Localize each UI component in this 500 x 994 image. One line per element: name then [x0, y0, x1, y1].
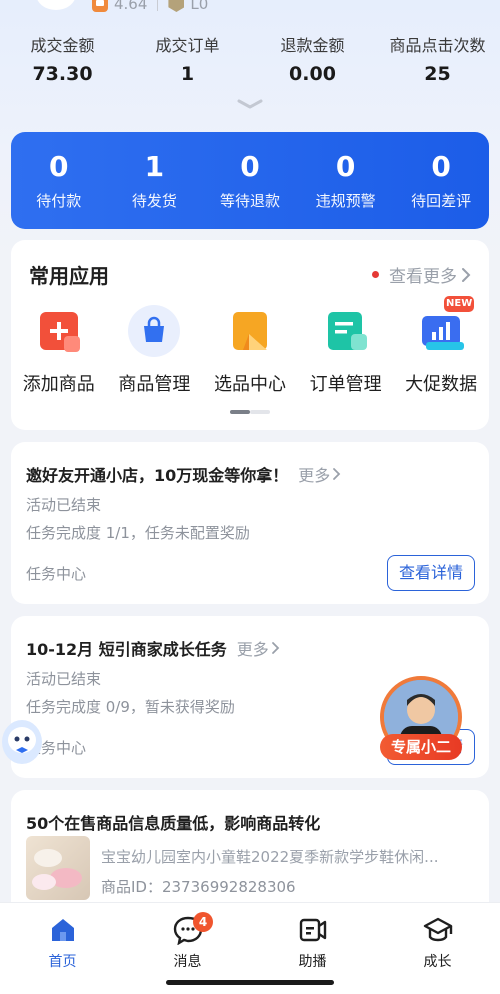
shopping-bag-icon	[127, 304, 181, 358]
app-label: 商品管理	[118, 374, 191, 395]
app-product-management[interactable]: 商品管理	[107, 304, 203, 396]
more-label: 更多	[298, 466, 331, 485]
task-title-row: 邀好友开通小店，10万现金等你拿！ 更多	[26, 462, 341, 486]
stat-label: 成交金额	[30, 36, 95, 55]
common-apps-card: 常用应用 查看更多 添加商品 商品管理 选品中心 订单管理 NEW 大促数据	[11, 240, 489, 430]
stat-value: 1	[180, 63, 195, 85]
task-title-row: 10-12月 短引商家成长任务 更多	[26, 636, 280, 660]
order-count: 0	[49, 150, 69, 183]
stat-deal-orders[interactable]: 成交订单 1	[125, 34, 250, 85]
chevron-right-icon	[333, 468, 341, 480]
bookmark-icon	[223, 304, 277, 358]
task-title: 邀好友开通小店，10万现金等你拿！	[26, 466, 289, 485]
task-more-link[interactable]: 更多	[237, 636, 280, 660]
stat-value: 0.00	[289, 63, 336, 85]
task-progress: 任务完成度 1/1，任务未配置奖励	[26, 524, 250, 542]
expand-chevron-icon[interactable]	[236, 98, 264, 110]
see-more-link[interactable]: 查看更多	[372, 262, 471, 287]
task-progress: 任务完成度 0/9，暂未获得奖励	[26, 698, 235, 716]
app-promotion-data[interactable]: NEW 大促数据	[393, 296, 489, 396]
chevron-right-icon	[462, 267, 471, 282]
tab-growth[interactable]: 成长	[375, 903, 500, 994]
rating-icon	[92, 0, 108, 12]
order-status-pending-shipment[interactable]: 1 待发货	[107, 132, 203, 229]
mascot-icon[interactable]	[0, 712, 44, 768]
stat-value: 25	[424, 63, 451, 85]
broadcast-icon	[298, 915, 328, 945]
order-status-pending-payment[interactable]: 0 待付款	[11, 132, 107, 229]
assistant-label: 专属小二	[380, 734, 462, 760]
order-count: 0	[431, 150, 451, 183]
tab-home[interactable]: 首页	[0, 903, 125, 994]
new-badge-label: NEW	[446, 298, 473, 309]
app-add-product[interactable]: 添加商品	[11, 304, 107, 396]
order-count: 0	[240, 150, 260, 183]
product-name: 宝宝幼儿园室内小童鞋2022夏季新款学步鞋休闲...	[101, 848, 439, 866]
order-count: 1	[144, 150, 165, 183]
order-status-bad-review[interactable]: 0 待回差评	[393, 132, 489, 229]
level-shield-icon	[168, 0, 185, 12]
divider	[157, 0, 159, 11]
app-label: 选品中心	[213, 374, 286, 395]
app-label: 添加商品	[22, 374, 95, 395]
task-card-invite: 邀好友开通小店，10万现金等你拿！ 更多 活动已结束 任务完成度 1/1，任务未…	[11, 442, 489, 604]
notification-dot	[372, 271, 379, 278]
shop-rating: 4.64	[114, 0, 148, 13]
shop-rating-row: 4.64 L0	[92, 0, 208, 14]
home-icon	[48, 915, 78, 945]
tab-label: 成长	[423, 954, 452, 970]
stat-refund-amount[interactable]: 退款金额 0.00	[250, 34, 375, 85]
stat-product-clicks[interactable]: 商品点击次数 25	[375, 34, 500, 85]
tab-label: 消息	[173, 954, 202, 970]
more-label: 更多	[236, 640, 269, 659]
page-indicator	[230, 410, 270, 414]
chart-screen-icon: NEW	[414, 296, 475, 358]
order-label: 待发货	[131, 192, 177, 210]
app-order-management[interactable]: 订单管理	[298, 304, 394, 396]
app-selection-center[interactable]: 选品中心	[202, 304, 298, 396]
see-more-label: 查看更多	[389, 267, 457, 287]
app-label: 订单管理	[309, 374, 382, 395]
home-indicator	[166, 980, 334, 985]
order-label: 待回差评	[411, 192, 472, 210]
stat-deal-amount[interactable]: 成交金额 73.30	[0, 34, 125, 85]
apps-title: 常用应用	[29, 264, 109, 288]
stats-row: 成交金额 73.30 成交订单 1 退款金额 0.00 商品点击次数 25	[0, 34, 500, 85]
stat-label: 退款金额	[280, 36, 345, 55]
app-label: 大促数据	[405, 374, 478, 395]
quality-title: 50个在售商品信息质量低，影响商品转化	[26, 814, 321, 833]
message-count-badge: 4	[193, 912, 213, 932]
tab-label: 助播	[298, 954, 327, 970]
order-count: 0	[335, 150, 356, 183]
task-status: 活动已结束	[26, 496, 102, 514]
task-title: 10-12月 短引商家成长任务	[26, 640, 227, 659]
order-label: 待付款	[36, 192, 82, 210]
apps-row: 添加商品 商品管理 选品中心 订单管理 NEW 大促数据	[11, 296, 489, 396]
stat-label: 成交订单	[155, 36, 220, 55]
graduation-cap-icon	[423, 915, 453, 945]
order-doc-icon	[319, 304, 373, 358]
product-id: 商品ID：23736992828306	[101, 878, 296, 896]
order-status-awaiting-refund[interactable]: 0 等待退款	[202, 132, 298, 229]
product-thumbnail	[26, 836, 90, 900]
task-center-label: 任务中心	[26, 565, 87, 583]
tab-label: 首页	[48, 954, 77, 970]
assistant-widget[interactable]: 专属小二	[376, 674, 464, 764]
add-product-icon	[32, 304, 86, 358]
task-status: 活动已结束	[26, 670, 102, 688]
view-details-button[interactable]: 查看详情	[387, 555, 475, 591]
task-more-link[interactable]: 更多	[298, 462, 341, 486]
order-status-violation-warning[interactable]: 0 违规预警	[298, 132, 394, 229]
order-status-bar: 0 待付款 1 待发货 0 等待退款 0 违规预警 0 待回差评	[11, 132, 489, 229]
stat-value: 73.30	[32, 63, 93, 85]
chevron-right-icon	[271, 642, 280, 654]
shop-level: L0	[190, 0, 209, 13]
quality-alert-card[interactable]: 50个在售商品信息质量低，影响商品转化 宝宝幼儿园室内小童鞋2022夏季新款学步…	[11, 790, 489, 920]
order-label: 违规预警	[315, 192, 376, 210]
stat-label: 商品点击次数	[389, 36, 486, 55]
order-label: 等待退款	[219, 192, 280, 210]
